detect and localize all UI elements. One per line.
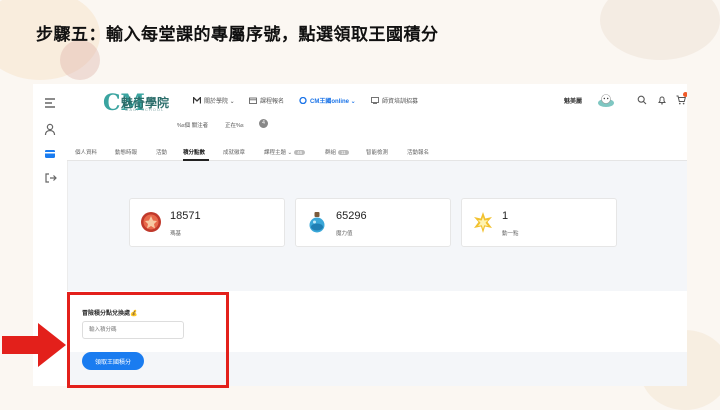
chevron-down-icon: ⌄ <box>286 150 293 156</box>
user-icon[interactable] <box>42 122 58 136</box>
nav-label: 關於學院 <box>204 99 229 105</box>
tab-profile[interactable]: 個人資料 <box>75 148 97 156</box>
nav-item-course-signup[interactable]: 課程報名 <box>249 96 284 105</box>
points-label: 魔力值 <box>336 231 353 237</box>
tab-label: 群組 <box>325 150 337 156</box>
potion-icon <box>309 212 325 233</box>
points-value: 1 <box>502 210 509 222</box>
chevron-down-icon: ⌄ <box>228 99 235 105</box>
tab-smart-test[interactable]: 智能檢測 <box>366 148 388 156</box>
tab-activity[interactable]: 活動 <box>156 148 167 156</box>
active-tab-indicator <box>183 159 209 161</box>
red-emblem-icon <box>141 212 161 232</box>
points-value: 65296 <box>336 210 367 222</box>
m-logo-icon <box>193 97 201 104</box>
arrow-right-icon <box>2 323 66 367</box>
user-name[interactable]: 魅美麗 <box>564 96 582 105</box>
chalkboard-icon <box>371 97 379 104</box>
tab-points[interactable]: 積分點數 <box>183 148 205 156</box>
nav-item-cm-kingdom[interactable]: CM王國online ⌄ <box>299 96 356 105</box>
tab-timeline[interactable]: 動態時報 <box>115 148 137 156</box>
card-icon[interactable] <box>42 147 58 161</box>
tab-label: 課程主題 <box>264 150 287 156</box>
bell-icon[interactable] <box>657 95 667 105</box>
points-card: 1 動一點 <box>461 198 617 247</box>
background-blob <box>600 0 720 60</box>
nav-item-teacher-recruit[interactable]: 師資培訓招募 <box>371 96 418 105</box>
points-card: 18571 瑪基 <box>129 198 285 247</box>
cm-logo-icon <box>299 97 307 104</box>
tab-achievements[interactable]: 成就徽章 <box>223 148 245 156</box>
chevron-down-icon: ⌄ <box>349 99 356 105</box>
points-card: 65296 魔力值 <box>295 198 451 247</box>
tab-event-signup[interactable]: 活動報名 <box>407 148 429 156</box>
top-navigation-bar: CM 魅奇學院 MAGI SCHOOL 關於學院 ⌄ 課程報名 CM王國onli… <box>67 84 687 119</box>
points-label: 動一點 <box>502 231 519 237</box>
following-count[interactable]: 正在%s <box>225 121 244 129</box>
nav-label: CM王國online <box>310 99 349 105</box>
info-badge: 4 <box>259 119 268 128</box>
points-label: 瑪基 <box>170 231 182 237</box>
nav-label: 課程報名 <box>260 99 285 105</box>
background-blob <box>60 40 100 80</box>
count-badge: 46 <box>294 150 306 155</box>
cart-badge <box>683 92 687 97</box>
avatar[interactable] <box>597 92 615 108</box>
nav-label: 師資培訓招募 <box>382 99 419 105</box>
browser-screenshot: CM 魅奇學院 MAGI SCHOOL 關於學院 ⌄ 課程報名 CM王國onli… <box>33 84 687 386</box>
redeem-points-button[interactable]: 領取王國積分 <box>82 352 144 370</box>
profile-tabs: 個人資料 動態時報 活動 積分點數 成就徽章 課程主題 ⌄ 46 群組 11 智能檢… <box>67 140 687 161</box>
exchange-title: 冒險積分點兌換處💰 <box>82 311 138 317</box>
followers-count[interactable]: %s個 關注者 <box>177 121 208 129</box>
slide-title: 步驟五：輸入每堂課的專屬序號，點選領取王國積分 <box>36 25 439 45</box>
calendar-icon <box>249 97 257 104</box>
points-code-input[interactable] <box>82 321 184 339</box>
nav-item-about[interactable]: 關於學院 ⌄ <box>193 96 235 105</box>
count-badge: 11 <box>338 150 349 155</box>
logout-icon[interactable] <box>42 171 58 185</box>
site-logo[interactable]: CM 魅奇學院 MAGI SCHOOL <box>103 90 183 116</box>
star-burst-icon <box>474 212 492 233</box>
points-value: 18571 <box>170 210 201 222</box>
logo-subtitle: MAGI SCHOOL <box>125 107 165 112</box>
menu-icon[interactable] <box>42 96 58 110</box>
profile-info-strip: %s個 關注者 正在%s 4 <box>67 118 687 140</box>
search-icon[interactable] <box>637 95 647 105</box>
tab-groups[interactable]: 群組 11 <box>325 148 349 156</box>
tab-course-topics[interactable]: 課程主題 ⌄ 46 <box>264 148 306 156</box>
